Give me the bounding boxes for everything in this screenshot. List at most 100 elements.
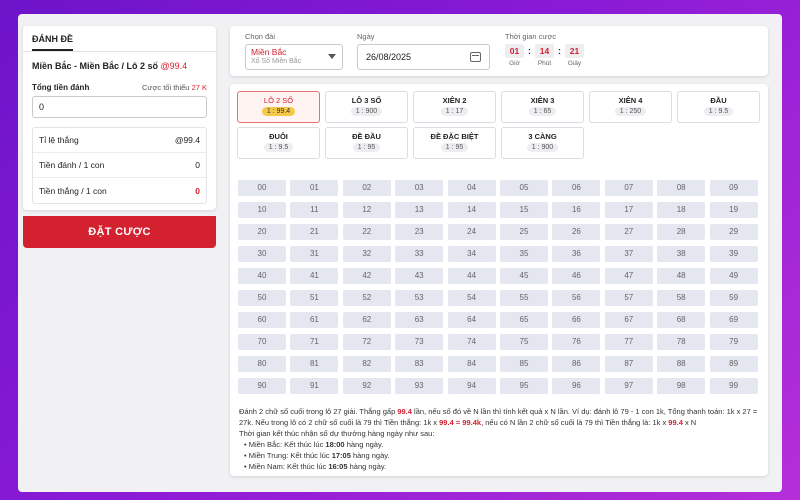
number-cell[interactable]: 34 — [447, 246, 496, 262]
number-cell[interactable]: 45 — [500, 268, 548, 284]
number-cell[interactable]: 26 — [552, 224, 601, 240]
number-cell[interactable]: 57 — [604, 290, 653, 306]
number-cell[interactable]: 24 — [447, 224, 496, 240]
tab-danh-de[interactable]: ĐÁNH ĐỀ — [32, 26, 74, 51]
number-cell[interactable]: 14 — [447, 202, 496, 218]
number-cell[interactable]: 09 — [709, 180, 758, 196]
number-cell[interactable]: 97 — [604, 378, 653, 394]
bet-type-button[interactable]: ĐẦU 1 : 9.5 — [677, 91, 760, 123]
number-cell[interactable]: 80 — [238, 356, 286, 372]
number-cell[interactable]: 01 — [290, 180, 339, 196]
number-cell[interactable]: 08 — [657, 180, 706, 196]
number-cell[interactable]: 10 — [238, 202, 286, 218]
bet-type-button[interactable]: XIÊN 4 1 : 250 — [589, 91, 672, 123]
number-cell[interactable]: 36 — [552, 246, 601, 262]
number-cell[interactable]: 35 — [500, 246, 548, 262]
number-cell[interactable]: 23 — [395, 224, 444, 240]
number-cell[interactable]: 04 — [447, 180, 496, 196]
number-cell[interactable]: 92 — [342, 378, 391, 394]
number-cell[interactable]: 18 — [657, 202, 706, 218]
number-cell[interactable]: 52 — [342, 290, 391, 306]
number-cell[interactable]: 49 — [709, 268, 758, 284]
number-cell[interactable]: 76 — [552, 334, 601, 350]
number-cell[interactable]: 33 — [395, 246, 444, 262]
number-cell[interactable]: 30 — [238, 246, 286, 262]
number-cell[interactable]: 38 — [657, 246, 706, 262]
number-cell[interactable]: 22 — [342, 224, 391, 240]
number-cell[interactable]: 71 — [290, 334, 339, 350]
number-cell[interactable]: 11 — [290, 202, 339, 218]
number-cell[interactable]: 25 — [500, 224, 548, 240]
number-cell[interactable]: 43 — [395, 268, 444, 284]
number-cell[interactable]: 74 — [447, 334, 496, 350]
bet-type-button[interactable]: LÔ 2 SỐ 1 : 99.4 — [237, 91, 320, 123]
number-cell[interactable]: 28 — [657, 224, 706, 240]
number-cell[interactable]: 94 — [447, 378, 496, 394]
number-cell[interactable]: 78 — [657, 334, 706, 350]
number-cell[interactable]: 87 — [604, 356, 653, 372]
number-cell[interactable]: 37 — [604, 246, 653, 262]
number-cell[interactable]: 66 — [552, 312, 601, 328]
region-select[interactable]: Miền Bắc Xổ Số Miền Bắc — [245, 44, 343, 70]
bet-type-button[interactable]: ĐUÔI 1 : 9.5 — [237, 127, 320, 159]
number-cell[interactable]: 40 — [238, 268, 286, 284]
number-cell[interactable]: 20 — [238, 224, 286, 240]
number-cell[interactable]: 62 — [342, 312, 391, 328]
number-cell[interactable]: 93 — [395, 378, 444, 394]
number-cell[interactable]: 58 — [657, 290, 706, 306]
bet-type-button[interactable]: 3 CÀNG 1 : 900 — [501, 127, 584, 159]
number-cell[interactable]: 16 — [552, 202, 601, 218]
bet-type-button[interactable]: ĐỀ ĐẶC BIỆT 1 : 95 — [413, 127, 496, 159]
number-cell[interactable]: 51 — [290, 290, 339, 306]
number-cell[interactable]: 65 — [500, 312, 548, 328]
number-cell[interactable]: 41 — [290, 268, 339, 284]
bet-type-button[interactable]: LÔ 3 SỐ 1 : 900 — [325, 91, 408, 123]
number-cell[interactable]: 75 — [500, 334, 548, 350]
number-cell[interactable]: 99 — [709, 378, 758, 394]
number-cell[interactable]: 00 — [238, 180, 286, 196]
number-cell[interactable]: 83 — [395, 356, 444, 372]
number-cell[interactable]: 27 — [604, 224, 653, 240]
bet-type-button[interactable]: ĐỀ ĐẦU 1 : 95 — [325, 127, 408, 159]
number-cell[interactable]: 90 — [238, 378, 286, 394]
number-cell[interactable]: 64 — [447, 312, 496, 328]
calendar-icon[interactable] — [470, 52, 481, 62]
date-input[interactable]: 26/08/2025 — [357, 44, 490, 70]
number-cell[interactable]: 44 — [447, 268, 496, 284]
number-cell[interactable]: 70 — [238, 334, 286, 350]
number-cell[interactable]: 59 — [709, 290, 758, 306]
number-cell[interactable]: 82 — [342, 356, 391, 372]
number-cell[interactable]: 42 — [342, 268, 391, 284]
number-cell[interactable]: 29 — [709, 224, 758, 240]
number-cell[interactable]: 98 — [657, 378, 706, 394]
number-cell[interactable]: 39 — [709, 246, 758, 262]
number-cell[interactable]: 91 — [290, 378, 339, 394]
number-cell[interactable]: 67 — [604, 312, 653, 328]
number-cell[interactable]: 73 — [395, 334, 444, 350]
number-cell[interactable]: 63 — [395, 312, 444, 328]
number-cell[interactable]: 89 — [709, 356, 758, 372]
bet-type-button[interactable]: XIÊN 3 1 : 65 — [501, 91, 584, 123]
number-cell[interactable]: 79 — [709, 334, 758, 350]
number-cell[interactable]: 86 — [552, 356, 601, 372]
number-cell[interactable]: 68 — [657, 312, 706, 328]
number-cell[interactable]: 96 — [552, 378, 601, 394]
number-cell[interactable]: 55 — [500, 290, 548, 306]
amount-input[interactable] — [32, 96, 207, 118]
number-cell[interactable]: 05 — [500, 180, 548, 196]
number-cell[interactable]: 81 — [290, 356, 339, 372]
number-cell[interactable]: 12 — [342, 202, 391, 218]
number-cell[interactable]: 53 — [395, 290, 444, 306]
number-cell[interactable]: 72 — [342, 334, 391, 350]
number-cell[interactable]: 88 — [657, 356, 706, 372]
number-cell[interactable]: 54 — [447, 290, 496, 306]
number-cell[interactable]: 60 — [238, 312, 286, 328]
number-cell[interactable]: 06 — [552, 180, 601, 196]
number-cell[interactable]: 31 — [290, 246, 339, 262]
number-cell[interactable]: 02 — [342, 180, 391, 196]
number-cell[interactable]: 56 — [552, 290, 601, 306]
number-cell[interactable]: 17 — [604, 202, 653, 218]
number-cell[interactable]: 47 — [604, 268, 653, 284]
number-cell[interactable]: 19 — [709, 202, 758, 218]
number-cell[interactable]: 15 — [500, 202, 548, 218]
